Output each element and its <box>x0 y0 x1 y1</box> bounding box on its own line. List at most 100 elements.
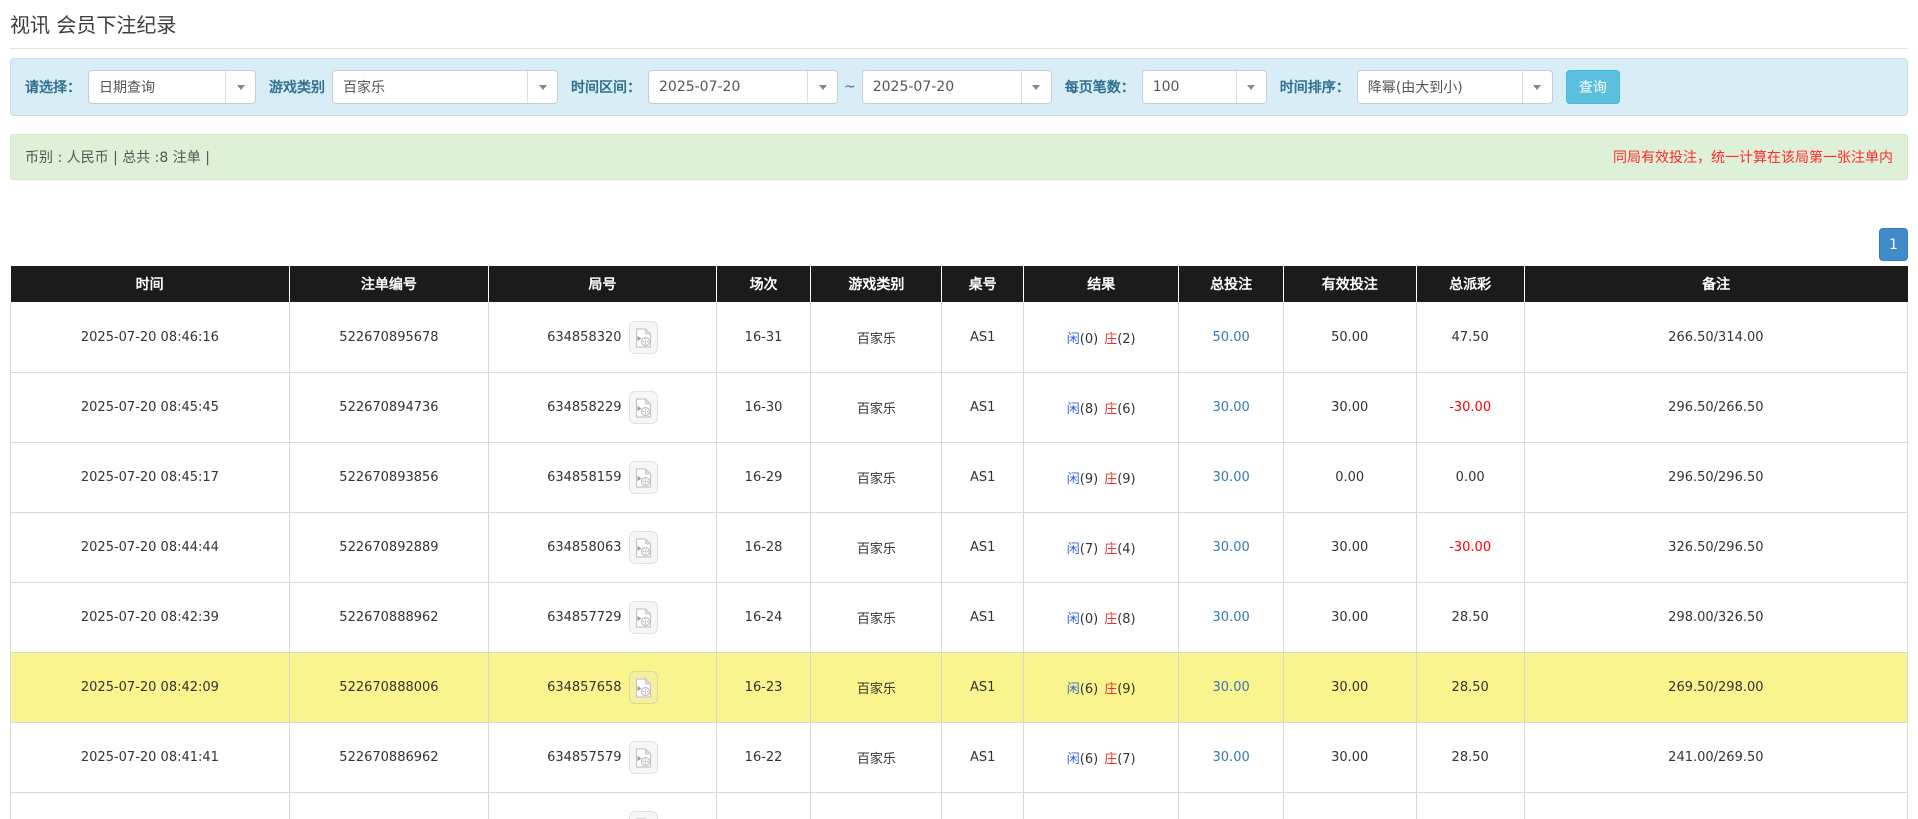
table-row: 2025-07-20 08:44:44 522670892889 6348580… <box>10 512 1909 583</box>
session: 16-21 <box>715 792 812 819</box>
game-category-select[interactable]: 百家乐 <box>332 70 558 104</box>
query-type-select[interactable]: 日期查询 <box>88 70 256 104</box>
total-bet-link[interactable]: 30.00 <box>1213 610 1250 625</box>
pagination-top: 1 <box>10 228 1908 261</box>
result-cell: 闲(0) 庄(8) <box>1022 582 1180 653</box>
payout: 28.50 <box>1415 792 1525 819</box>
date-range-separator: ~ <box>844 79 856 95</box>
sort-group: 时间排序： 降幂(由大到小) <box>1280 70 1553 104</box>
session: 16-29 <box>715 442 812 513</box>
bet-records-table: 时间 注单编号 局号 场次 游戏类别 桌号 结果 总投注 有效投注 总派彩 备注… <box>10 266 1909 819</box>
banker-score: (8) <box>1117 612 1136 627</box>
player-score: (9) <box>1079 472 1099 487</box>
total-bet-cell: 30.00 <box>1178 792 1284 819</box>
session: 16-22 <box>715 722 812 793</box>
remark: 266.50/314.00 <box>1523 302 1909 373</box>
round-cell: 634857491 <box>488 792 717 819</box>
table-number: AS1 <box>941 722 1024 793</box>
player-result-label: 闲 <box>1066 332 1080 347</box>
round-cell: 634858159 <box>488 442 717 513</box>
col-header-table-no: 桌号 <box>941 266 1024 303</box>
total-bet-link[interactable]: 30.00 <box>1213 540 1250 555</box>
date-from-select[interactable]: 2025-07-20 <box>648 70 838 104</box>
notice-bar: 币别 : 人民币 | 总共 :8 注单 | 同局有效投注，统一计算在该局第一张注… <box>10 134 1908 180</box>
result-cell: 闲(6) 庄(7) <box>1022 722 1180 793</box>
bet-time: 2025-07-20 08:46:16 <box>10 302 290 373</box>
video-replay-button[interactable] <box>628 601 658 634</box>
table-row: 2025-07-20 08:42:39 522670888962 6348577… <box>10 582 1909 653</box>
bet-time: 2025-07-20 08:42:39 <box>10 582 290 653</box>
time-range-label: 时间区间： <box>571 80 641 96</box>
table-row: 2025-07-20 08:42:09 522670888006 6348576… <box>10 652 1909 723</box>
round-cell: 634858229 <box>488 372 717 443</box>
sort-label: 时间排序： <box>1279 80 1350 96</box>
chevron-down-icon <box>807 71 837 103</box>
player-result-label: 闲 <box>1066 472 1080 487</box>
total-bet-link[interactable]: 30.00 <box>1213 750 1250 765</box>
result-cell: 闲(0) 庄(2) <box>1022 302 1180 373</box>
sort-select[interactable]: 降幂(由大到小) <box>1356 70 1553 104</box>
search-button[interactable]: 查询 <box>1565 70 1620 104</box>
game-category: 百家乐 <box>810 302 943 373</box>
session: 16-31 <box>715 302 812 373</box>
valid-bet: 30.00 <box>1282 582 1417 653</box>
player-result-label: 闲 <box>1066 752 1080 767</box>
total-bet-link[interactable]: 50.00 <box>1213 330 1250 345</box>
table-number: AS1 <box>941 302 1024 373</box>
total-bet-link[interactable]: 30.00 <box>1213 470 1250 485</box>
bet-time: 2025-07-20 08:41:05 <box>10 792 290 819</box>
video-replay-icon <box>635 747 652 768</box>
bet-id: 522670886962 <box>288 722 490 793</box>
table-number: AS1 <box>941 512 1024 583</box>
bet-id: 522670892889 <box>288 512 490 583</box>
banker-score: (9) <box>1117 472 1136 487</box>
video-replay-button[interactable] <box>628 671 658 704</box>
player-score: (0) <box>1079 332 1099 347</box>
valid-bet: 30.00 <box>1282 372 1417 443</box>
chevron-down-icon <box>1521 71 1552 103</box>
total-bet-cell: 30.00 <box>1178 722 1284 793</box>
player-score: (0) <box>1079 612 1099 627</box>
query-type-group: 请选择： 日期查询 <box>25 70 256 104</box>
video-replay-button[interactable] <box>628 741 658 774</box>
video-replay-icon <box>635 397 652 418</box>
table-body: 2025-07-20 08:46:16 522670895678 6348583… <box>10 302 1909 819</box>
table-number: AS1 <box>941 582 1024 653</box>
payout: -30.00 <box>1415 372 1525 443</box>
total-bet-link[interactable]: 30.00 <box>1213 680 1250 695</box>
sort-value: 降幂(由大到小) <box>1367 80 1463 96</box>
total-bet-cell: 30.00 <box>1178 512 1284 583</box>
bet-time: 2025-07-20 08:44:44 <box>10 512 290 583</box>
query-type-label: 请选择： <box>25 80 81 96</box>
filter-panel: 请选择： 日期查询 游戏类别 百家乐 时间区间： 2025-07-20 ~ 20… <box>10 58 1908 116</box>
chevron-down-icon <box>1020 71 1051 103</box>
col-header-round-id: 局号 <box>488 266 717 303</box>
col-header-valid-bet: 有效投注 <box>1283 266 1417 303</box>
video-replay-icon <box>635 537 652 558</box>
remark: 212.50/241.00 <box>1523 792 1909 819</box>
game-category-value: 百家乐 <box>343 80 385 96</box>
page-size-select[interactable]: 100 <box>1141 70 1267 104</box>
page-size-value: 100 <box>1152 79 1180 95</box>
video-replay-button[interactable] <box>628 321 658 354</box>
valid-bet: 30.00 <box>1282 652 1417 723</box>
col-header-category: 游戏类别 <box>810 266 943 303</box>
bet-time: 2025-07-20 08:41:41 <box>10 722 290 793</box>
table-header-row: 时间 注单编号 局号 场次 游戏类别 桌号 结果 总投注 有效投注 总派彩 备注 <box>10 266 1908 303</box>
video-replay-button[interactable] <box>628 461 658 494</box>
table-row: 2025-07-20 08:45:45 522670894736 6348582… <box>10 372 1909 443</box>
total-bet-link[interactable]: 30.00 <box>1213 400 1250 415</box>
bet-id: 522670895678 <box>288 302 490 373</box>
valid-bet: 50.00 <box>1282 302 1417 373</box>
date-to-select[interactable]: 2025-07-20 <box>861 70 1052 104</box>
page-1-button[interactable]: 1 <box>1879 228 1908 261</box>
col-header-result: 结果 <box>1023 266 1180 303</box>
total-bet-cell: 50.00 <box>1178 302 1284 373</box>
bet-id: 522670894736 <box>288 372 490 443</box>
video-replay-button[interactable] <box>628 391 658 424</box>
video-replay-button[interactable] <box>628 531 658 564</box>
banker-score: (9) <box>1117 682 1136 697</box>
table-number: AS1 <box>941 652 1024 723</box>
time-range-group: 时间区间： 2025-07-20 ~ 2025-07-20 <box>571 70 1052 104</box>
video-replay-button[interactable] <box>628 811 658 819</box>
